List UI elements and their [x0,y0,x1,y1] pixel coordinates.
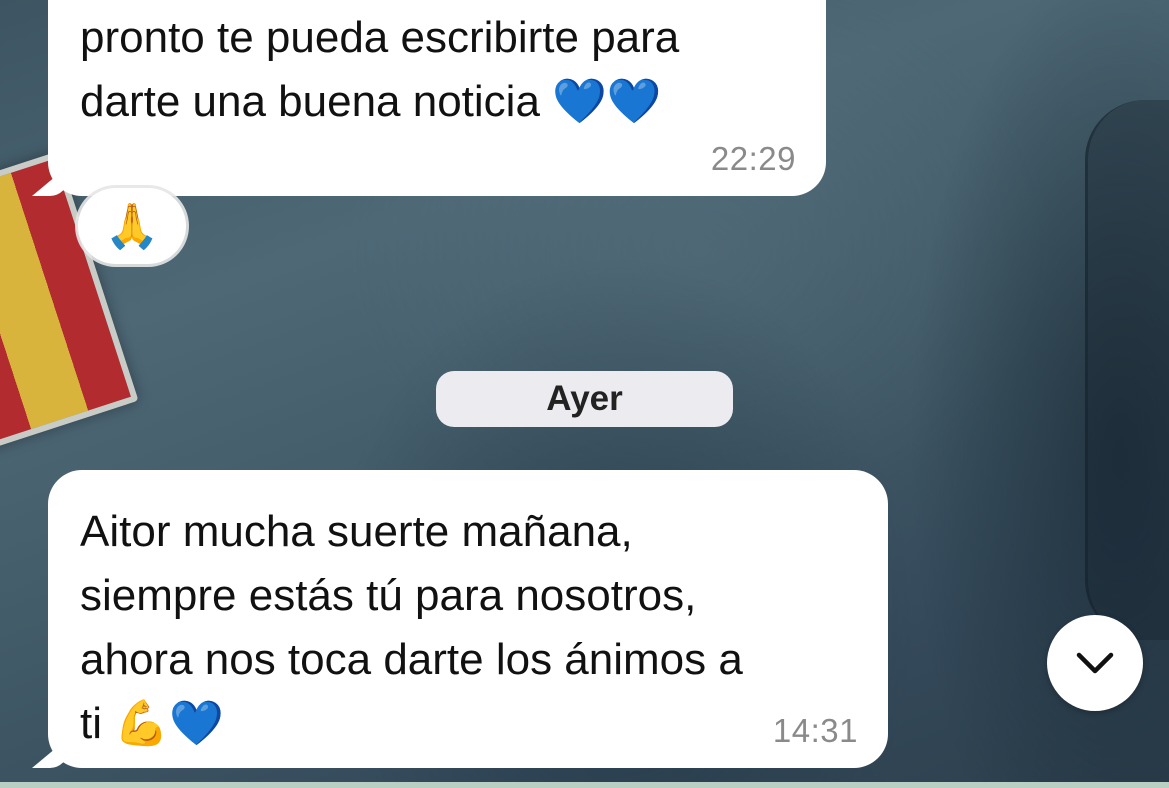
blue-heart-emoji: 💙💙 [552,77,662,126]
message-text: pronto te pueda escribirte para darte un… [80,6,826,134]
message-bubble-incoming[interactable]: Aitor mucha suerte mañana, siempre estás… [32,470,888,768]
message-line: siempre estás tú para nosotros, [80,571,697,620]
message-line: ti [80,699,115,748]
message-bubble-incoming[interactable]: pronto te pueda escribirte para darte un… [32,0,826,196]
bubble-tail [32,738,68,768]
message-line: Aitor mucha suerte mañana, [80,507,633,556]
flexed-biceps-emoji: 💪 [114,699,170,748]
input-area-edge [0,782,1169,788]
folded-hands-emoji: 🙏 [104,202,160,251]
message-line: pronto te pueda escribirte para [80,13,680,62]
message-reaction[interactable]: 🙏 [78,188,186,264]
message-text: Aitor mucha suerte mañana, siempre estás… [80,500,888,756]
message-line: darte una buena noticia [80,77,553,126]
background-jacket-pocket [1085,100,1169,640]
date-separator: Ayer [436,371,733,427]
chevron-down-icon [1076,652,1114,674]
date-separator-label: Ayer [546,379,623,418]
message-timestamp: 22:29 [710,140,796,177]
scroll-to-bottom-button[interactable] [1047,615,1143,711]
message-timestamp: 14:31 [772,712,858,749]
message-line: ahora nos toca darte los ánimos a [80,635,743,684]
blue-heart-emoji: 💙 [169,699,224,748]
